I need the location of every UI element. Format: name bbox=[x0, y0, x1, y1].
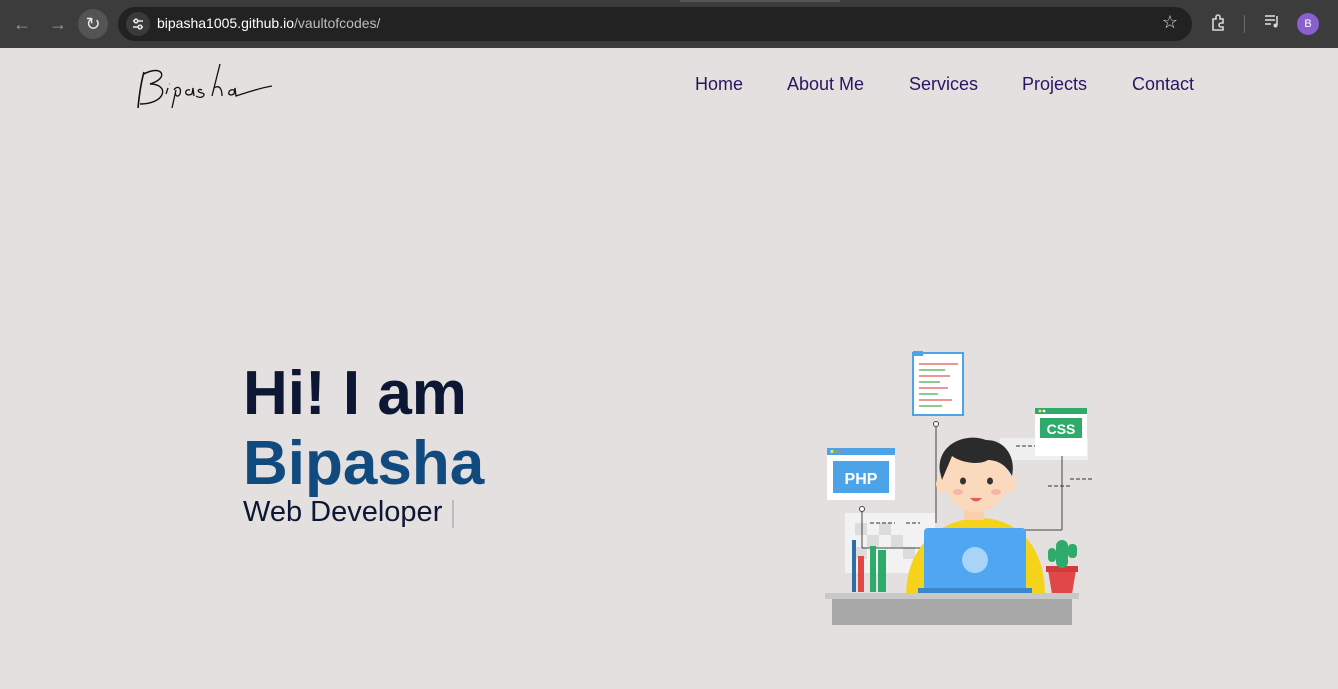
reload-icon[interactable]: ↻ bbox=[78, 9, 108, 39]
css-label: CSS bbox=[1047, 421, 1076, 437]
tab-indicator bbox=[680, 0, 840, 2]
extensions-icon[interactable] bbox=[1209, 12, 1229, 37]
media-controls-icon[interactable] bbox=[1263, 12, 1281, 35]
nav-contact[interactable]: Contact bbox=[1132, 74, 1194, 95]
toolbar-divider bbox=[1244, 15, 1245, 33]
bookmark-star-icon[interactable]: ☆ bbox=[1162, 12, 1178, 33]
nav-projects[interactable]: Projects bbox=[1022, 74, 1087, 95]
main-nav: Home About Me Services Projects Contact bbox=[0, 74, 1338, 98]
typing-cursor bbox=[452, 500, 454, 528]
address-bar[interactable]: bipasha1005.github.io/vaultofcodes/ ☆ bbox=[118, 7, 1192, 41]
profile-avatar[interactable]: B bbox=[1297, 13, 1319, 35]
developer-illustration: PHP CSS bbox=[820, 348, 1100, 630]
hero-greeting: Hi! I am bbox=[243, 359, 467, 428]
hero-role: Web Developer bbox=[243, 496, 443, 528]
forward-arrow-icon[interactable]: → bbox=[43, 9, 73, 39]
back-arrow-icon[interactable]: ← bbox=[7, 9, 37, 39]
nav-home[interactable]: Home bbox=[695, 74, 743, 95]
site-settings-icon[interactable] bbox=[126, 12, 150, 36]
nav-about-me[interactable]: About Me bbox=[787, 74, 864, 95]
url-text[interactable]: bipasha1005.github.io/vaultofcodes/ bbox=[157, 15, 380, 31]
hero-name: Bipasha bbox=[243, 429, 485, 498]
url-path: /vaultofcodes/ bbox=[294, 15, 381, 31]
php-label: PHP bbox=[845, 471, 878, 488]
url-domain: bipasha1005.github.io bbox=[157, 15, 295, 31]
browser-toolbar: ← → ↻ bipasha1005.github.io/vaultofcodes… bbox=[0, 0, 1338, 48]
nav-services[interactable]: Services bbox=[909, 74, 978, 95]
